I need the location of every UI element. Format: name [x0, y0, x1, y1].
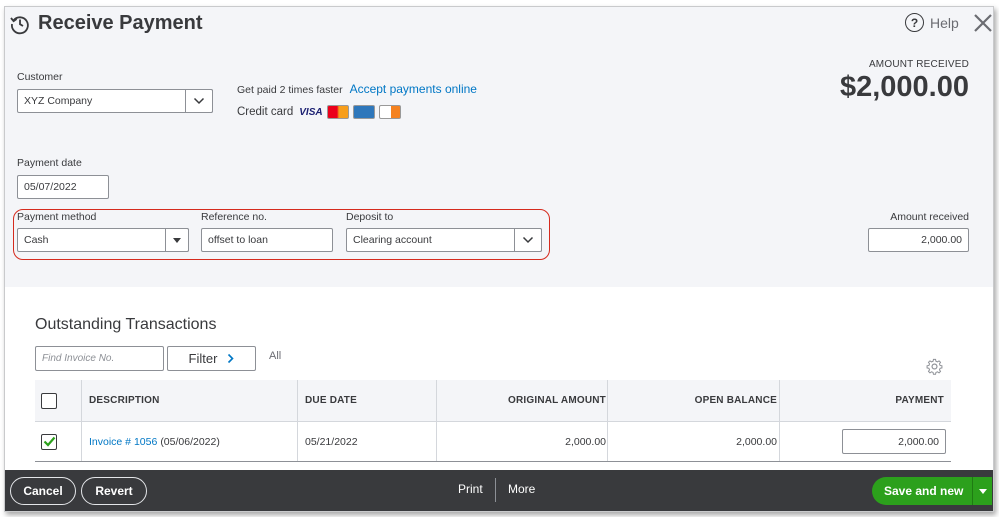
caret-down-icon — [978, 488, 987, 494]
save-options-button[interactable] — [972, 477, 992, 505]
amount-received-value: 2,000.00 — [921, 234, 962, 246]
checkmark-icon — [43, 436, 55, 447]
row-original-amount: 2,000.00 — [565, 435, 606, 448]
payment-date-input[interactable]: 05/07/2022 — [17, 175, 109, 199]
history-icon[interactable] — [9, 13, 31, 35]
customer-select[interactable]: XYZ Company — [17, 89, 213, 113]
row-select-cell — [41, 422, 71, 461]
amount-received-total: $2,000.00 — [839, 71, 969, 103]
more-button[interactable]: More — [508, 482, 535, 496]
form-header-area: Receive Payment ? Help Customer XYZ Comp… — [5, 7, 993, 287]
credit-card-label: Credit card — [237, 106, 294, 118]
amex-icon — [352, 105, 375, 119]
col-due-date[interactable]: DUE DATE — [305, 380, 357, 421]
chevron-down-icon — [193, 97, 205, 105]
invoice-link[interactable]: Invoice # 1056 — [89, 436, 157, 448]
get-paid-text: Get paid 2 times faster — [237, 84, 343, 96]
row-payment-input[interactable]: 2,000.00 — [842, 429, 946, 454]
footer-divider — [495, 478, 496, 502]
row-description: Invoice # 1056 (05/06/2022) — [89, 422, 220, 461]
amount-received-label: Amount received — [890, 211, 969, 223]
payment-date-value: 05/07/2022 — [24, 181, 77, 193]
col-description[interactable]: DESCRIPTION — [89, 380, 160, 421]
close-icon[interactable] — [972, 12, 994, 34]
receive-payment-window: Receive Payment ? Help Customer XYZ Comp… — [4, 6, 994, 512]
select-all-checkbox[interactable] — [41, 392, 57, 409]
row-checkbox[interactable] — [41, 433, 57, 450]
row-payment-value: 2,000.00 — [898, 435, 939, 448]
gear-icon[interactable] — [926, 358, 943, 375]
table-row: Invoice # 1056 (05/06/2022) 05/21/2022 2… — [35, 422, 951, 462]
amount-received-heading: AMOUNT RECEIVED — [868, 59, 969, 70]
mastercard-icon — [326, 105, 349, 119]
select-all-cell — [41, 380, 71, 421]
accept-payments-link[interactable]: Accept payments online — [350, 82, 477, 96]
row-due-date: 05/21/2022 — [305, 435, 358, 448]
customer-label: Customer — [17, 71, 63, 83]
annotation-highlight — [13, 209, 550, 260]
credit-card-row: Credit card VISA — [237, 105, 401, 119]
transactions-table-header: DESCRIPTION DUE DATE ORIGINAL AMOUNT OPE… — [35, 380, 951, 422]
save-and-new-label: Save and new — [884, 484, 964, 498]
get-paid-promo: Get paid 2 times faster Accept payments … — [237, 82, 477, 96]
help-button[interactable]: ? Help — [905, 13, 959, 32]
amount-received-input[interactable]: 2,000.00 — [868, 228, 969, 252]
help-label: Help — [930, 14, 959, 31]
payment-date-label: Payment date — [17, 157, 82, 169]
save-and-new-button[interactable]: Save and new — [872, 477, 992, 505]
invoice-date: (05/06/2022) — [160, 435, 220, 448]
all-filter-label: All — [269, 350, 282, 362]
cancel-button[interactable]: Cancel — [10, 477, 76, 505]
col-original-amount[interactable]: ORIGINAL AMOUNT — [436, 380, 606, 421]
visa-logo: VISA — [299, 106, 323, 118]
footer-bar: Cancel Revert Print More Save and new — [5, 470, 993, 511]
chevron-right-icon — [228, 353, 235, 364]
col-open-balance[interactable]: OPEN BALANCE — [607, 380, 777, 421]
find-invoice-placeholder: Find Invoice No. — [42, 353, 115, 364]
page-title: Receive Payment — [38, 12, 203, 34]
outstanding-transactions-title: Outstanding Transactions — [35, 316, 217, 333]
col-payment[interactable]: PAYMENT — [779, 380, 944, 421]
print-button[interactable]: Print — [458, 482, 483, 496]
discover-icon — [378, 105, 401, 119]
question-icon: ? — [905, 13, 924, 32]
revert-button[interactable]: Revert — [81, 477, 147, 505]
find-invoice-input[interactable]: Find Invoice No. — [35, 346, 164, 371]
customer-value: XYZ Company — [24, 95, 93, 107]
filter-button[interactable]: Filter — [167, 346, 256, 371]
filter-label: Filter — [188, 351, 218, 366]
row-open-balance: 2,000.00 — [736, 435, 777, 448]
customer-dropdown-button[interactable] — [185, 89, 213, 113]
